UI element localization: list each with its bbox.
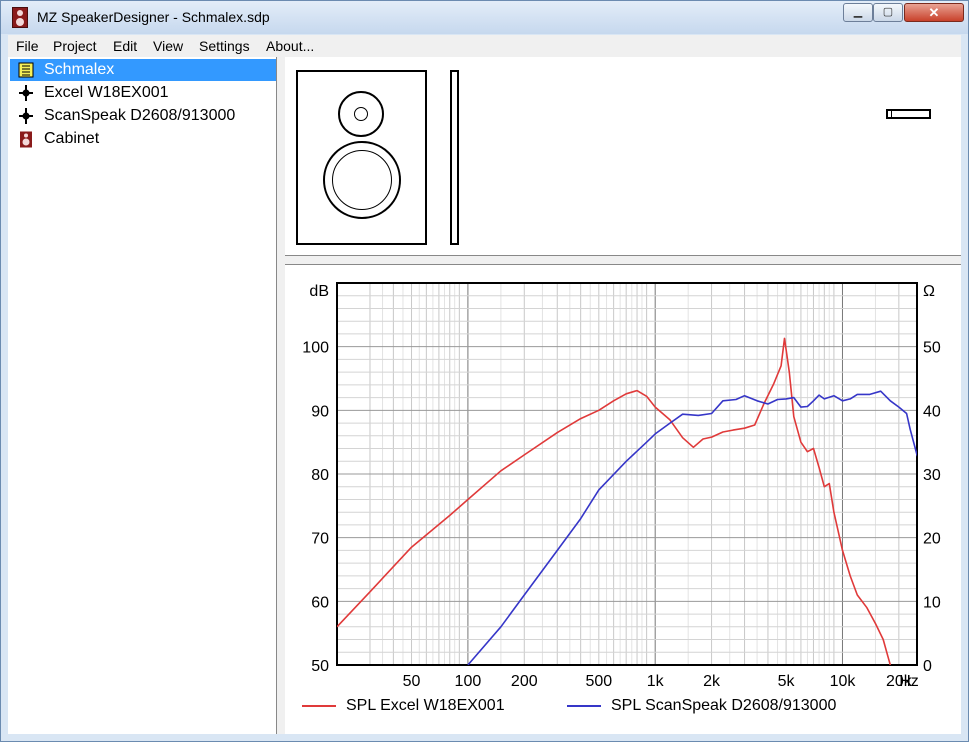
legend-label: SPL ScanSpeak D2608/913000 (611, 697, 837, 714)
y-axis-label: dB (309, 283, 329, 300)
x-tick-label: 100 (455, 673, 482, 690)
y2-tick-label: 20 (923, 531, 941, 548)
x-axis-unit: Hz (899, 673, 919, 690)
y2-axis-label: Ω (923, 283, 935, 300)
legend-swatch (302, 704, 336, 707)
y-tick-label: 80 (311, 467, 329, 484)
legend-item-tweeter: SPL ScanSpeak D2608/913000 (567, 697, 836, 715)
y2-tick-label: 30 (923, 467, 941, 484)
frequency-response-chart: 50 60 70 80 90 100 0 10 20 30 40 50 50 100 200 500 1k 2k 5… (302, 282, 941, 690)
x-tick-label: 200 (511, 673, 538, 690)
x-tick-label: 2k (703, 673, 721, 690)
y2-tick-label: 50 (923, 340, 941, 357)
y2-tick-label: 0 (923, 658, 932, 675)
y-tick-label: 90 (311, 403, 329, 420)
x-tick-label: 1k (647, 673, 665, 690)
y-tick-label: 70 (311, 531, 329, 548)
y2-tick-label: 40 (923, 403, 941, 420)
x-tick-label: 10k (830, 673, 857, 690)
y-tick-label: 60 (311, 594, 329, 611)
legend-swatch (567, 704, 601, 707)
legend-label: SPL Excel W18EX001 (346, 697, 505, 714)
x-tick-label: 500 (585, 673, 612, 690)
y-tick-label: 100 (302, 340, 329, 357)
x-tick-label: 5k (778, 673, 796, 690)
x-tick-label: 50 (403, 673, 421, 690)
y2-tick-label: 10 (923, 594, 941, 611)
legend-item-woofer: SPL Excel W18EX001 (302, 697, 505, 715)
chart-grid (337, 283, 917, 665)
y-tick-label: 50 (311, 658, 329, 675)
series-line-1 (467, 390, 917, 665)
